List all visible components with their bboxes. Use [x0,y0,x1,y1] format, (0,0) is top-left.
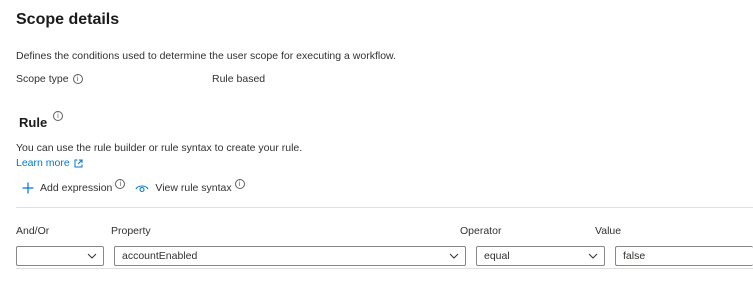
add-expression-button[interactable]: Add expression [22,182,112,194]
learn-more-label: Learn more [16,157,70,169]
rule-toolbar: Add expression i View rule syntax i [22,179,245,194]
toolbar-divider [16,207,753,208]
column-header-operator: Operator [460,225,502,237]
rule-heading: Rule [19,115,48,130]
andor-dropdown[interactable] [16,246,104,266]
info-icon[interactable]: i [53,111,63,121]
info-icon[interactable]: i [115,179,126,189]
column-header-property: Property [111,225,151,237]
property-value: accountEnabled [122,250,198,262]
row-divider [16,268,753,269]
view-rule-syntax-label: View rule syntax [155,182,232,194]
scope-type-label: Scope type [16,73,69,85]
scope-type-value: Rule based [212,73,266,85]
info-icon[interactable]: i [72,74,83,85]
external-link-icon [74,159,83,168]
view-rule-syntax-button[interactable]: View rule syntax [135,182,232,194]
learn-more-link[interactable]: Learn more [16,157,83,169]
value-text: false [623,250,646,262]
value-input[interactable]: false [615,246,753,266]
add-expression-label: Add expression [40,182,113,194]
operator-value: equal [484,250,510,262]
column-header-andor: And/Or [16,225,50,237]
chevron-down-icon [87,253,97,259]
column-header-value: Value [595,225,622,237]
plus-icon [22,182,34,194]
scope-description: Defines the conditions used to determine… [16,50,396,62]
chevron-down-icon [449,253,459,259]
rule-description: You can use the rule builder or rule syn… [16,142,303,154]
chevron-down-icon [588,253,598,259]
operator-dropdown[interactable]: equal [476,246,605,266]
page-title: Scope details [16,11,120,28]
eye-icon [135,185,149,193]
scope-type-label-group: Scope type i [16,73,83,85]
info-icon[interactable]: i [234,179,245,189]
property-dropdown[interactable]: accountEnabled [114,246,466,266]
